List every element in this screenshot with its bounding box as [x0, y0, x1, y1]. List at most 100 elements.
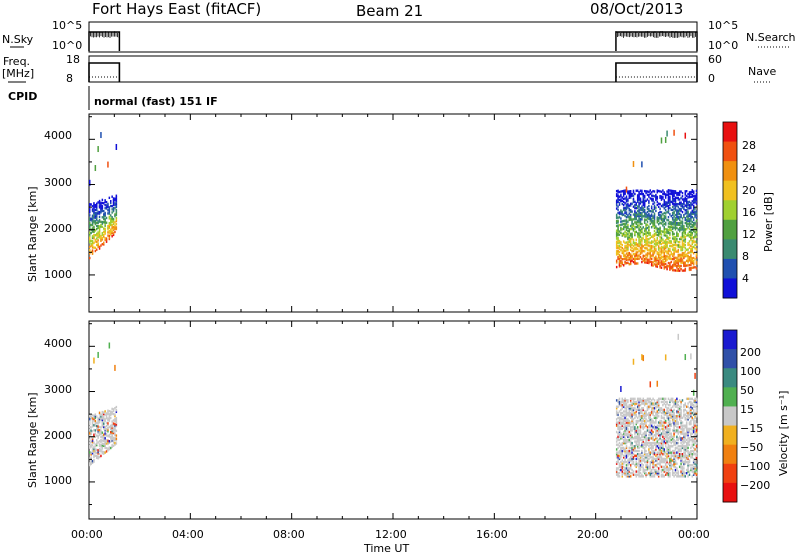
- velocity-cell: [687, 405, 689, 408]
- power-cell: [631, 254, 633, 258]
- velocity-cell: [674, 451, 677, 454]
- power-cell: [676, 244, 678, 247]
- power-cell: [695, 216, 698, 219]
- power-cell: [677, 258, 680, 261]
- power-cell: [620, 255, 622, 258]
- power-cell: [94, 203, 97, 207]
- power-cell: [97, 242, 99, 245]
- velocity-cell: [673, 411, 675, 415]
- velocity-cell: [115, 434, 118, 437]
- velocity-cell: [664, 403, 667, 407]
- velocity-cell: [627, 459, 629, 462]
- power-cell: [659, 210, 661, 214]
- velocity-cell: [631, 446, 633, 450]
- power-cell: [649, 192, 652, 195]
- power-cell: [641, 205, 643, 208]
- velocity-cell: [660, 411, 663, 415]
- velocity-cell: [664, 400, 667, 404]
- velocity-cell: [641, 465, 643, 469]
- power-cell: [692, 259, 695, 263]
- velocity-cell: [639, 415, 642, 418]
- power-cell: [684, 236, 687, 239]
- power-cell: [691, 246, 694, 249]
- velocity-cell: [650, 407, 653, 410]
- velocity-cell: [664, 354, 667, 361]
- power-cell: [684, 209, 687, 212]
- power-cell: [656, 241, 659, 245]
- power-cell: [677, 196, 680, 200]
- power-cell: [89, 214, 91, 217]
- velocity-cell: [677, 421, 680, 424]
- power-cell: [659, 264, 661, 267]
- velocity-cell: [673, 471, 675, 475]
- velocity-cell: [667, 437, 670, 440]
- velocity-cell: [683, 467, 685, 470]
- velocity-cell: [653, 457, 656, 461]
- power-cell: [100, 201, 102, 205]
- velocity-cell: [659, 459, 661, 462]
- velocity-cell: [624, 437, 626, 440]
- velocity-cell: [617, 411, 619, 415]
- velocity-cell: [634, 454, 636, 457]
- velocity-cell: [677, 429, 680, 432]
- velocity-cell: [93, 441, 95, 444]
- velocity-cell: [89, 441, 91, 445]
- power-cell: [681, 210, 684, 214]
- power-cell: [681, 195, 684, 198]
- velocity-cell: [103, 411, 105, 414]
- velocity-cell: [666, 424, 668, 427]
- velocity-cell: [677, 415, 680, 418]
- velocity-cell: [662, 473, 664, 476]
- velocity-cell: [632, 397, 635, 401]
- power-cell: [617, 194, 619, 197]
- power-cell: [105, 216, 108, 220]
- power-cell: [634, 203, 636, 207]
- velocity-cell: [90, 415, 92, 418]
- velocity-cell: [667, 397, 670, 401]
- power-cell: [622, 219, 625, 223]
- cpid-mode: normal (fast) 151 IF: [94, 95, 218, 108]
- velocity-cell: [666, 453, 668, 456]
- velocity-cell: [625, 438, 628, 442]
- velocity-cell: [657, 421, 660, 424]
- velocity-cell: [624, 397, 626, 401]
- power-cell: [628, 256, 631, 260]
- velocity-cell: [108, 413, 111, 416]
- power-cell: [670, 257, 673, 261]
- velocity-cell: [692, 418, 695, 421]
- velocity-cell: [103, 450, 105, 454]
- power-cell: [678, 215, 681, 219]
- power-cell: [695, 252, 698, 256]
- power-cell: [684, 204, 687, 207]
- vel-cbar-tick-m100: −100: [740, 460, 770, 473]
- velocity-cell: [664, 462, 667, 465]
- power-cell: [662, 203, 664, 206]
- velocity-cell: [659, 419, 661, 423]
- power-cell: [652, 250, 654, 253]
- power-cell: [659, 256, 661, 260]
- velocity-cell: [641, 454, 643, 457]
- power-cell: [657, 245, 660, 248]
- velocity-cell: [649, 397, 652, 401]
- power-cell: [688, 191, 691, 194]
- velocity-cell: [680, 441, 682, 445]
- power-cell: [676, 269, 678, 272]
- velocity-cell: [650, 424, 653, 427]
- velocity-cell: [627, 411, 629, 415]
- velocity-cell: [676, 426, 678, 429]
- velocity-cell: [656, 445, 659, 448]
- velocity-cell: [648, 445, 650, 448]
- power-cell: [621, 228, 624, 231]
- power-cell: [620, 198, 622, 201]
- velocity-cell: [103, 443, 105, 446]
- power-cell: [114, 202, 116, 205]
- power-cell: [107, 212, 109, 215]
- power-cell: [684, 228, 687, 231]
- velocity-cell: [110, 410, 112, 413]
- velocity-cell: [676, 397, 678, 401]
- power-cell: [663, 199, 666, 202]
- velocity-cell: [662, 468, 664, 472]
- velocity-cell: [620, 426, 622, 429]
- power-cell: [628, 190, 631, 193]
- velocity-cell: [667, 443, 670, 446]
